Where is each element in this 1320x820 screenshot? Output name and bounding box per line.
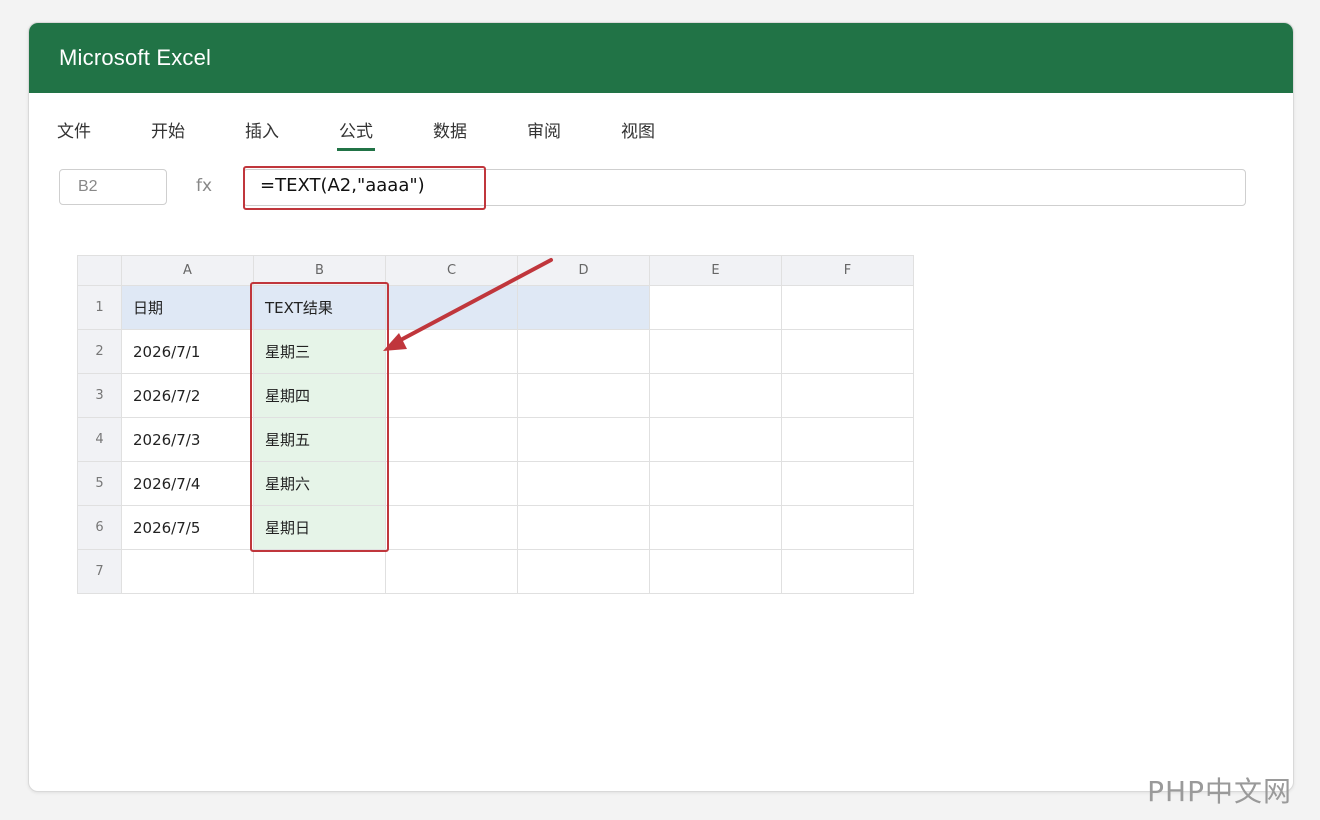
title-bar: Microsoft Excel	[29, 23, 1293, 93]
tab-data[interactable]: 数据	[433, 117, 467, 142]
cell-e4[interactable]	[649, 417, 782, 462]
tab-file[interactable]: 文件	[57, 117, 91, 142]
cell-e2[interactable]	[649, 329, 782, 374]
cell-e6[interactable]	[649, 505, 782, 550]
cell-c3[interactable]	[385, 373, 518, 418]
cell-f6[interactable]	[781, 505, 914, 550]
cell-d5[interactable]	[517, 461, 650, 506]
cell-a6[interactable]: 2026/7/5	[121, 505, 254, 550]
name-box[interactable]: B2	[59, 169, 167, 205]
cell-f4[interactable]	[781, 417, 914, 462]
cell-d6[interactable]	[517, 505, 650, 550]
watermark-logo: PHP中文网	[1147, 775, 1292, 808]
cell-e3[interactable]	[649, 373, 782, 418]
cell-f7[interactable]	[781, 549, 914, 594]
cell-b1[interactable]: TEXT结果	[253, 285, 386, 330]
tab-insert[interactable]: 插入	[245, 117, 279, 142]
cell-e7[interactable]	[649, 549, 782, 594]
cell-f3[interactable]	[781, 373, 914, 418]
row-header-2[interactable]: 2	[77, 329, 122, 374]
cell-a3[interactable]: 2026/7/2	[121, 373, 254, 418]
spreadsheet-grid: A B C D E F 1 日期 TEXT结果 2 2026/7/1 星期三 3	[77, 255, 914, 594]
row-header-4[interactable]: 4	[77, 417, 122, 462]
cell-f2[interactable]	[781, 329, 914, 374]
cell-b3[interactable]: 星期四	[253, 373, 386, 418]
tab-home[interactable]: 开始	[151, 117, 185, 142]
column-header-b[interactable]: B	[253, 255, 386, 286]
cell-c7[interactable]	[385, 549, 518, 594]
row-header-1[interactable]: 1	[77, 285, 122, 330]
cell-b4[interactable]: 星期五	[253, 417, 386, 462]
cell-b6[interactable]: 星期日	[253, 505, 386, 550]
cell-c5[interactable]	[385, 461, 518, 506]
row-header-5[interactable]: 5	[77, 461, 122, 506]
cell-a2[interactable]: 2026/7/1	[121, 329, 254, 374]
cell-a4[interactable]: 2026/7/3	[121, 417, 254, 462]
column-header-f[interactable]: F	[781, 255, 914, 286]
cell-f1[interactable]	[781, 285, 914, 330]
column-header-c[interactable]: C	[385, 255, 518, 286]
cell-b5[interactable]: 星期六	[253, 461, 386, 506]
cell-e5[interactable]	[649, 461, 782, 506]
column-header-a[interactable]: A	[121, 255, 254, 286]
cell-c1[interactable]	[385, 285, 518, 330]
tab-review[interactable]: 审阅	[527, 117, 561, 142]
cell-d3[interactable]	[517, 373, 650, 418]
tab-view[interactable]: 视图	[621, 117, 655, 142]
select-all-corner[interactable]	[77, 255, 122, 286]
cell-a5[interactable]: 2026/7/4	[121, 461, 254, 506]
column-header-e[interactable]: E	[649, 255, 782, 286]
cell-d2[interactable]	[517, 329, 650, 374]
cell-b2[interactable]: 星期三	[253, 329, 386, 374]
name-box-value: B2	[78, 178, 98, 195]
fx-label: fx	[196, 176, 213, 196]
excel-window: Microsoft Excel 文件 开始 插入 公式 数据 审阅 视图 B2 …	[28, 22, 1294, 792]
ribbon-tabs: 文件 开始 插入 公式 数据 审阅 视图	[29, 93, 1293, 153]
cell-a7[interactable]	[121, 549, 254, 594]
cell-b7[interactable]	[253, 549, 386, 594]
formula-text: =TEXT(A2,"aaaa")	[260, 175, 425, 196]
app-title: Microsoft Excel	[59, 45, 212, 70]
cell-c6[interactable]	[385, 505, 518, 550]
cell-d4[interactable]	[517, 417, 650, 462]
tab-formulas[interactable]: 公式	[337, 117, 375, 151]
row-header-7[interactable]: 7	[77, 549, 122, 594]
cell-c4[interactable]	[385, 417, 518, 462]
column-header-d[interactable]: D	[517, 255, 650, 286]
cell-c2[interactable]	[385, 329, 518, 374]
cell-e1[interactable]	[649, 285, 782, 330]
row-header-6[interactable]: 6	[77, 505, 122, 550]
cell-d1[interactable]	[517, 285, 650, 330]
cell-f5[interactable]	[781, 461, 914, 506]
cell-a1[interactable]: 日期	[121, 285, 254, 330]
row-header-3[interactable]: 3	[77, 373, 122, 418]
cell-d7[interactable]	[517, 549, 650, 594]
